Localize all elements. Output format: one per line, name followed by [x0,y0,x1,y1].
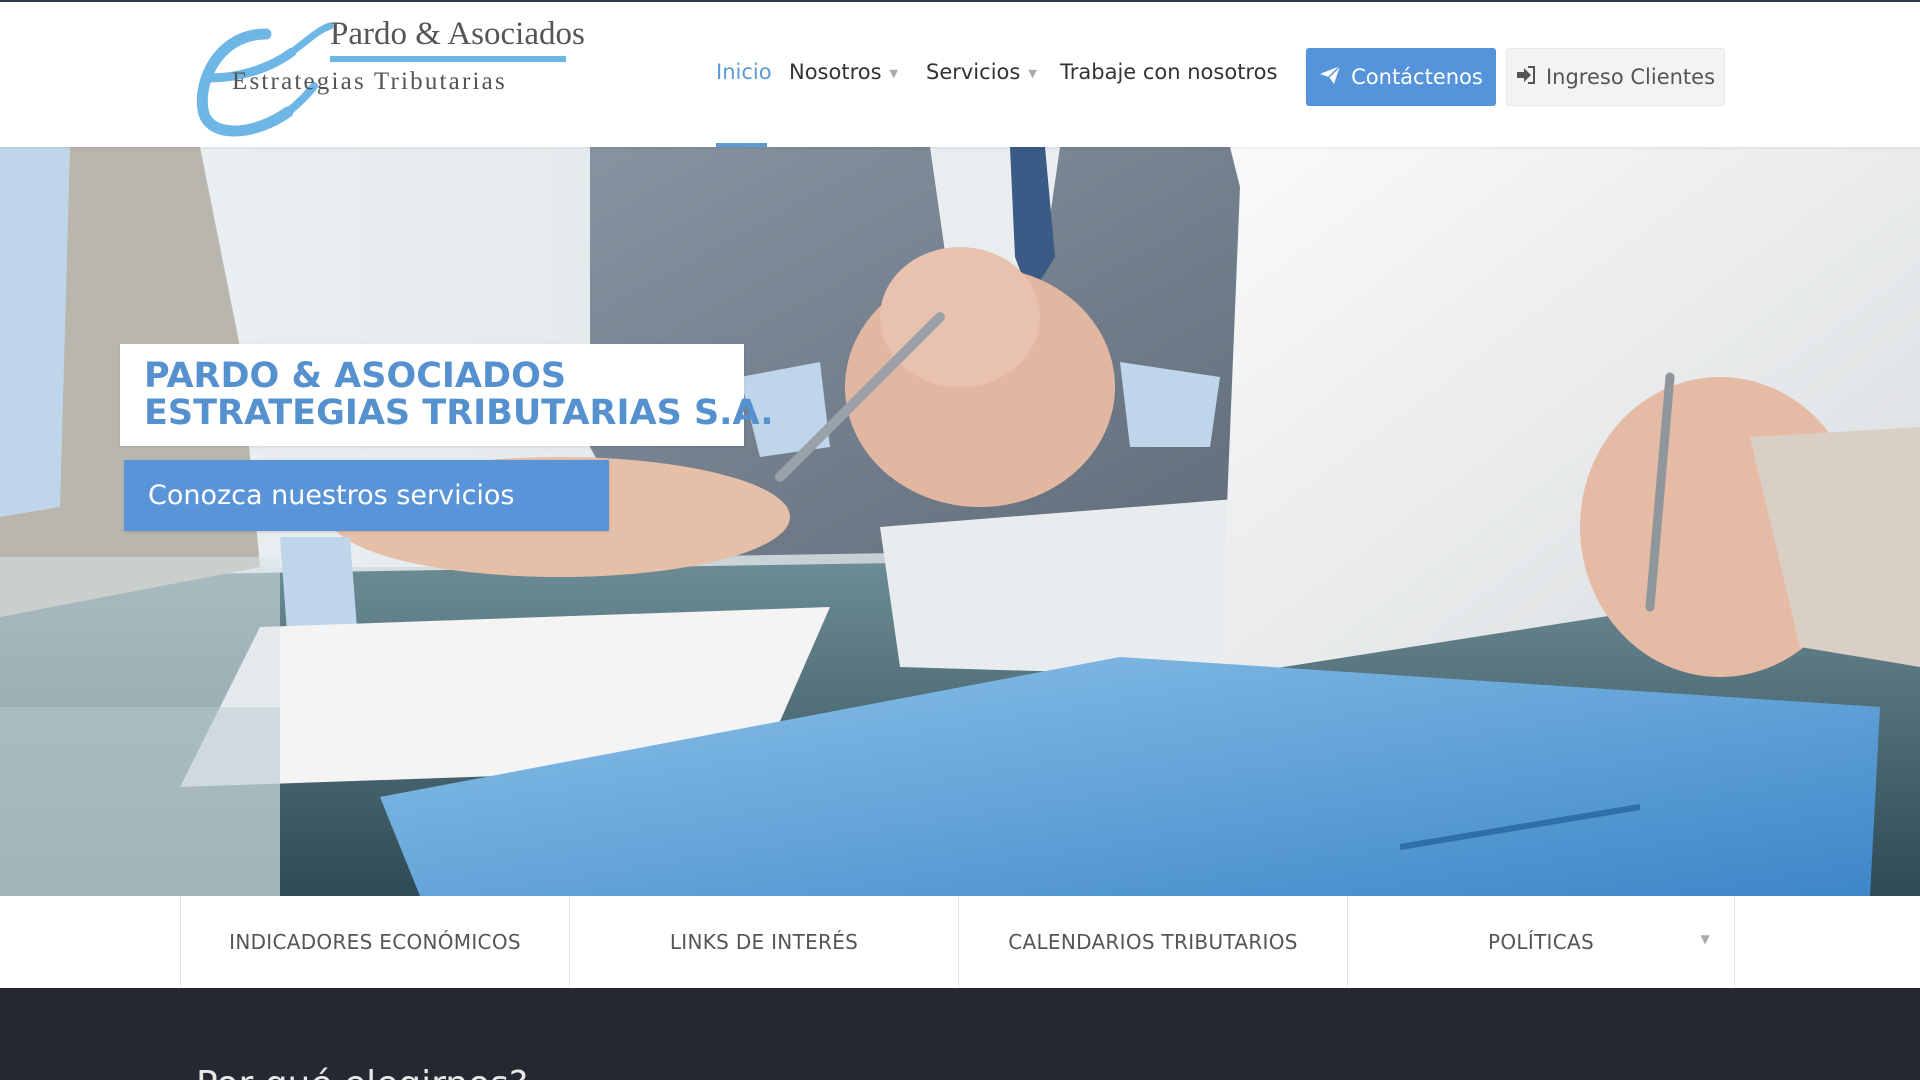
client-login-label: Ingreso Clientes [1545,65,1716,89]
section-heading: Por qué elegirnos? [196,1064,528,1080]
tab-indicadores-economicos[interactable]: INDICADORES ECONÓMICOS [180,896,569,988]
sign-in-icon [1516,65,1536,89]
caret-down-icon: ▼ [889,66,899,80]
tab-label: LINKS DE INTERÉS [669,930,859,954]
logo-name: Pardo & Asociados [330,16,585,52]
quick-links-bar: INDICADORES ECONÓMICOS LINKS DE INTERÉS … [0,896,1920,988]
client-login-button[interactable]: Ingreso Clientes [1506,48,1725,106]
services-cta-button[interactable]: Conozca nuestros servicios [124,460,609,531]
nav-item-label: Trabaje con nosotros [1060,60,1278,84]
nav-item-trabaje[interactable]: Trabaje con nosotros [1060,60,1277,84]
hero-slider: PARDO & ASOCIADOS ESTRATEGIAS TRIBUTARIA… [0,147,1920,896]
paper-plane-icon [1319,64,1341,90]
tab-label: INDICADORES ECONÓMICOS [229,930,521,954]
why-choose-us-section: Por qué elegirnos? [0,988,1920,1080]
nav-item-inicio[interactable]: Inicio [716,60,772,84]
site-header: Pardo & Asociados Estrategias Tributaria… [0,0,1920,147]
active-nav-indicator [716,143,767,147]
logo[interactable]: Pardo & Asociados Estrategias Tributaria… [196,16,585,138]
caret-down-icon: ▼ [1700,932,1710,946]
logo-tagline: Estrategias Tributarias [232,68,507,95]
nav-item-label: Nosotros [789,60,882,84]
contact-button[interactable]: Contáctenos [1306,48,1496,106]
tab-calendarios-tributarios[interactable]: CALENDARIOS TRIBUTARIOS [958,896,1347,988]
contact-button-label: Contáctenos [1351,65,1483,89]
nav-item-label: Servicios [926,60,1021,84]
tab-links-de-interes[interactable]: LINKS DE INTERÉS [569,896,958,988]
nav-item-servicios[interactable]: Servicios ▼ [926,60,1037,84]
nav-item-nosotros[interactable]: Nosotros ▼ [789,60,898,84]
tab-politicas[interactable]: POLÍTICAS ▼ [1347,896,1735,988]
hero-title-box: PARDO & ASOCIADOS ESTRATEGIAS TRIBUTARIA… [120,344,774,446]
hero-title-line-1: PARDO & ASOCIADOS [144,356,567,396]
logo-divider [330,56,566,62]
nav-item-label: Inicio [716,60,772,84]
tab-label: CALENDARIOS TRIBUTARIOS [1008,930,1298,954]
hero-title-line-2: ESTRATEGIAS TRIBUTARIAS S.A. [144,393,774,433]
tab-label: POLÍTICAS [1487,930,1594,954]
caret-down-icon: ▼ [1028,66,1037,80]
